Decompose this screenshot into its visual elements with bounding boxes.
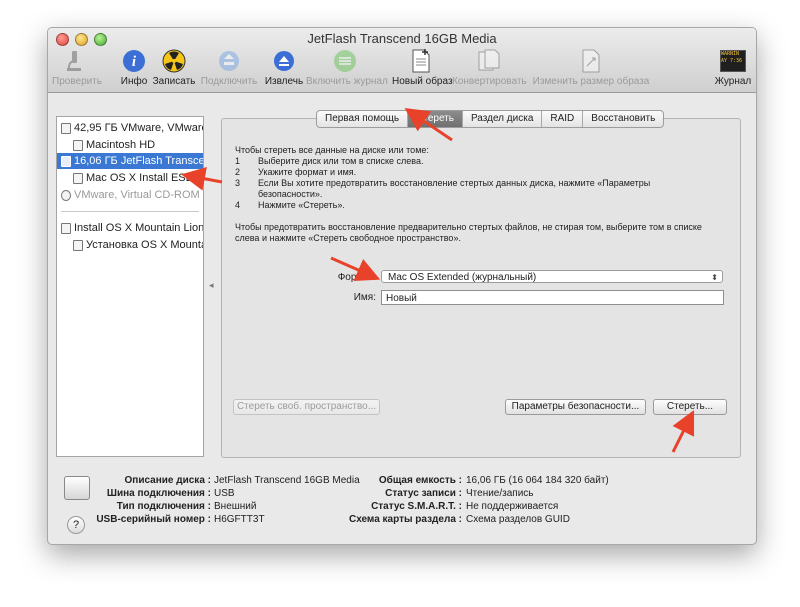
mount-icon [215, 48, 243, 74]
disk-utility-window: JetFlash Transcend 16GB Media Проверить … [47, 27, 757, 545]
journal-icon [331, 48, 359, 74]
window-title: JetFlash Transcend 16GB Media [307, 31, 497, 46]
splitter-handle[interactable]: ◂ [209, 280, 214, 291]
instruction-step: 2 Укажите формат и имя. [235, 167, 357, 177]
erase-free-space-note: Чтобы предотвратить восстановление предв… [235, 222, 702, 243]
format-selected-value: Mac OS Extended (журнальный) [388, 272, 537, 283]
format-label: Формат: [337, 272, 376, 283]
convert-icon [475, 48, 503, 74]
instruction-step: 4 Нажмите «Стереть». [235, 200, 345, 210]
mount-toolbar-button[interactable]: Подключить [200, 48, 258, 87]
volume-item-install-os-x[interactable]: Установка OS X Mountai [57, 237, 203, 253]
tab-first-aid[interactable]: Первая помощь [317, 111, 409, 127]
sidebar-divider [61, 211, 199, 212]
device-item-jetflash[interactable]: 16,06 ГБ JetFlash Transcen. [57, 153, 203, 169]
disk-image-icon [61, 222, 71, 234]
name-input[interactable]: Новый [381, 290, 724, 305]
volume-icon [73, 239, 83, 251]
info-icon: i [120, 48, 148, 74]
log-icon: WARNIN AY 7:36 [719, 48, 747, 74]
toolbar: Проверить i Инфо Записать Подключить Изв… [48, 48, 756, 90]
resize-image-icon [577, 48, 605, 74]
volume-item-macintosh-hd[interactable]: Macintosh HD [57, 137, 203, 153]
device-list[interactable]: 42,95 ГБ VMware, VMware. Macintosh HD 16… [56, 116, 204, 457]
convert-toolbar-button[interactable]: Конвертировать [452, 48, 527, 87]
erase-button[interactable]: Стереть... [653, 399, 727, 415]
image-item-install-os-x[interactable]: Install OS X Mountain Lion... [57, 220, 203, 236]
resize-image-toolbar-button[interactable]: Изменить размер образа [532, 48, 650, 87]
tab-restore[interactable]: Восстановить [583, 111, 663, 127]
device-item-virtual-cdrom[interactable]: VMware, Virtual CD-ROM [57, 187, 203, 203]
updown-chevron-icon: ⬍ [711, 273, 718, 282]
security-options-button[interactable]: Параметры безопасности... [505, 399, 646, 415]
tab-erase[interactable]: Стереть [408, 111, 463, 127]
volume-icon [73, 139, 83, 151]
name-label: Имя: [353, 292, 376, 303]
volume-item-install-esd[interactable]: Mac OS X Install ESD [57, 170, 203, 186]
eject-toolbar-button[interactable]: Извлечь [264, 48, 304, 87]
instruction-step: 1 Выберите диск или том в списке слева. [235, 156, 424, 166]
tab-partition[interactable]: Раздел диска [463, 111, 543, 127]
erase-instructions: Чтобы стереть все данные на диске или то… [235, 145, 685, 211]
usb-drive-icon [61, 155, 71, 167]
erase-free-space-button[interactable]: Стереть своб. пространство... [233, 399, 380, 415]
microscope-icon [60, 48, 88, 74]
tab-bar: Первая помощь Стереть Раздел диска RAID … [316, 110, 665, 128]
cd-rom-icon [61, 189, 71, 201]
info-toolbar-button[interactable]: i Инфо [118, 48, 150, 87]
burn-toolbar-button[interactable]: Записать [152, 48, 196, 87]
volume-icon [73, 172, 83, 184]
disk-info-bar: ? Описание диска : JetFlash Transcend 16… [48, 460, 756, 544]
log-toolbar-button[interactable]: WARNIN AY 7:36 Журнал [714, 48, 752, 87]
format-select[interactable]: Mac OS Extended (журнальный) ⬍ [381, 270, 723, 283]
eject-icon [270, 48, 298, 74]
burn-icon [160, 48, 188, 74]
new-image-icon [407, 48, 435, 74]
enable-journal-toolbar-button[interactable]: Включить журнал [306, 48, 388, 87]
new-image-toolbar-button[interactable]: Новый образ [392, 48, 453, 87]
hard-disk-icon [61, 122, 71, 134]
verify-toolbar-button[interactable]: Проверить [52, 48, 102, 87]
instructions-intro: Чтобы стереть все данные на диске или то… [235, 145, 429, 155]
title-bar: JetFlash Transcend 16GB Media Проверить … [48, 28, 756, 93]
device-item-vmware[interactable]: 42,95 ГБ VMware, VMware. [57, 120, 203, 136]
instruction-step: 3 Если Вы хотите предотвратить восстановл… [235, 178, 651, 199]
tab-raid[interactable]: RAID [542, 111, 584, 127]
